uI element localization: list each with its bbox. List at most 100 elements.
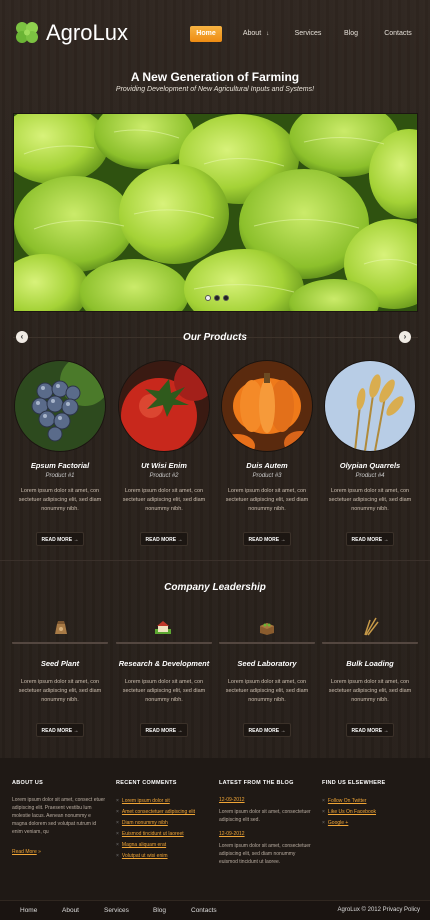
product-name: Ut Wisi Enim: [141, 461, 187, 470]
close-icon: ×: [322, 798, 325, 804]
slider-dot-2[interactable]: [213, 295, 220, 301]
read-more-button[interactable]: READ MORE →: [36, 532, 84, 546]
read-more-button[interactable]: READ MORE →: [346, 723, 394, 737]
bottom-nav-contacts[interactable]: Contacts: [191, 907, 217, 914]
footer-elsewhere-title: FIND US ELSEWHERE: [322, 780, 386, 786]
social-link-google[interactable]: × Google +: [322, 818, 417, 829]
clover-logo-icon: [12, 20, 42, 46]
read-more-button[interactable]: READ MORE →: [140, 723, 188, 737]
comment-link[interactable]: × Diam nonummy nibh: [116, 818, 211, 829]
product-number: Product #4: [355, 473, 385, 479]
brand-name: AgroLux: [46, 20, 128, 45]
social-link-twitter[interactable]: × Follow On Twitter: [322, 796, 417, 807]
comment-link-label: Magna aliquam erat: [121, 842, 167, 848]
recent-comments-list: × Lorem ipsum dolor sit × Amet consectetue…: [116, 796, 211, 862]
leadership-description: Lorem ipsum dolor sit amet, con sectetue…: [225, 679, 309, 703]
read-more-label: READ MORE: [41, 728, 73, 734]
bottom-nav-services[interactable]: Services: [104, 907, 129, 914]
blog-date[interactable]: 12-09-2012: [219, 830, 314, 838]
close-icon: ×: [116, 853, 119, 859]
close-icon: ×: [116, 842, 119, 848]
leadership-card: Research & Development Lorem ipsum dolor…: [116, 659, 212, 737]
slider-dot-1[interactable]: [204, 295, 211, 301]
product-description: Lorem ipsum dolor sit amet, con sectetue…: [122, 488, 206, 512]
footer-about: ABOUT US Lorem ipsum dolor sit amet, con…: [12, 780, 107, 856]
farmhouse-icon: [154, 618, 172, 636]
product-description: Lorem ipsum dolor sit amet, con sectetue…: [18, 488, 102, 512]
product-card: Olypian Quarrels Product #4 Lorem ipsum …: [322, 361, 418, 546]
close-icon: ×: [116, 820, 119, 826]
bottom-nav-blog[interactable]: Blog: [153, 907, 166, 914]
copyright: AgroLux © 2012 Privacy Policy: [337, 907, 420, 913]
products-next-arrow-icon[interactable]: ›: [399, 331, 411, 343]
slider-dots: [14, 295, 417, 301]
footer-read-more-link[interactable]: Read More: [12, 849, 37, 855]
wheat-icon: [362, 616, 380, 636]
footer-blog: LATEST FROM THE BLOG 12-09-2012 Lorem ip…: [219, 780, 314, 866]
products-prev-arrow-icon[interactable]: ‹: [16, 331, 28, 343]
bottom-nav-home[interactable]: Home: [20, 907, 37, 914]
leadership-tab: [116, 642, 212, 648]
social-link-facebook[interactable]: × Like Us On Facebook: [322, 807, 417, 818]
nav-about[interactable]: About ↓: [240, 26, 272, 42]
comment-link[interactable]: × Amet consectetuer adipiscing elit: [116, 807, 211, 818]
main-nav: Home About ↓ Services Blog Contacts: [190, 26, 416, 42]
leadership-card: Seed Laboratory Lorem ipsum dolor sit am…: [219, 659, 315, 737]
social-link-label: Like Us On Facebook: [327, 809, 377, 815]
leadership-name: Seed Plant: [40, 659, 80, 668]
comment-link[interactable]: × Lorem ipsum dolor sit: [116, 796, 211, 807]
pumpkin-image: [222, 361, 312, 451]
nav-home[interactable]: Home: [190, 26, 222, 42]
read-more-button[interactable]: READ MORE →: [36, 723, 84, 737]
leadership-description: Lorem ipsum dolor sit amet, con sectetue…: [328, 679, 412, 703]
social-links-list: × Follow On Twitter × Like Us On Facebook …: [322, 796, 417, 829]
leadership-tab: [12, 642, 108, 648]
product-name: Epsum Factorial: [30, 461, 90, 470]
close-icon: ×: [116, 809, 119, 815]
product-name: Olypian Quarrels: [339, 461, 401, 470]
footer-blog-title: LATEST FROM THE BLOG: [219, 780, 294, 786]
logo[interactable]: AgroLux: [12, 20, 128, 46]
social-link-label: Google +: [327, 820, 349, 826]
product-description: Lorem ipsum dolor sit amet, con sectetue…: [225, 488, 309, 512]
footer-elsewhere: FIND US ELSEWHERE × Follow On Twitter × Li…: [322, 780, 417, 829]
section-divider: [0, 560, 430, 561]
nav-blog[interactable]: Blog: [336, 26, 366, 42]
seed-bag-icon: [52, 618, 70, 636]
product-number: Product #3: [252, 473, 282, 479]
social-link-label: Follow On Twitter: [327, 798, 367, 804]
leadership-name: Bulk Loading: [346, 659, 394, 668]
hero-title: A New Generation of Farming: [130, 70, 300, 84]
comment-link[interactable]: × Euismod tincidunt ut laoreet: [116, 829, 211, 840]
bottom-nav-about[interactable]: About: [62, 907, 79, 914]
leadership-title: Company Leadership: [164, 582, 266, 593]
product-card: Ut Wisi Enim Product #2 Lorem ipsum dolo…: [116, 361, 212, 546]
read-more-label: READ MORE: [248, 537, 280, 543]
read-more-button[interactable]: READ MORE →: [243, 723, 291, 737]
hero-slider[interactable]: [13, 113, 418, 312]
read-more-label: READ MORE: [145, 537, 177, 543]
product-card: Epsum Factorial Product #1 Lorem ipsum d…: [12, 361, 108, 546]
tomato-image: [119, 361, 209, 451]
product-description: Lorem ipsum dolor sit amet, con sectetue…: [328, 488, 412, 512]
nav-services[interactable]: Services: [292, 26, 324, 42]
comment-link-label: Lorem ipsum dolor sit: [121, 798, 170, 804]
footer-about-text: Lorem ipsum dolor sit amet, consect etue…: [12, 797, 106, 835]
comment-link[interactable]: × Magna aliquam erat: [116, 840, 211, 851]
read-more-button[interactable]: READ MORE →: [140, 532, 188, 546]
comment-link-label: Diam nonummy nibh: [121, 820, 168, 826]
footer-read-more[interactable]: Read More »: [12, 848, 107, 856]
comment-link-label: Amet consectetuer adipiscing elit: [121, 809, 196, 815]
wheat-image: [325, 361, 415, 451]
read-more-button[interactable]: READ MORE →: [243, 532, 291, 546]
nav-contacts[interactable]: Contacts: [380, 26, 416, 42]
leadership-name: Seed Laboratory: [237, 659, 297, 668]
footer-widgets: ABOUT US Lorem ipsum dolor sit amet, con…: [0, 758, 430, 900]
read-more-label: READ MORE: [145, 728, 177, 734]
read-more-button[interactable]: READ MORE →: [346, 532, 394, 546]
blog-date[interactable]: 12-09-2012: [219, 796, 314, 804]
comment-link[interactable]: × Volutpat ut wisi enim: [116, 851, 211, 862]
footer-about-title: ABOUT US: [12, 780, 44, 786]
slider-dot-3[interactable]: [222, 295, 229, 301]
comment-link-label: Euismod tincidunt ut laoreet: [121, 831, 184, 837]
